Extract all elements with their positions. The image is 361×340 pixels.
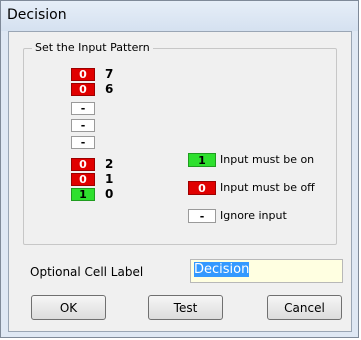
legend-swatch-ignore: - (188, 209, 216, 223)
legend-label-on: Input must be on (220, 153, 315, 166)
bit-toggle-3[interactable]: - (71, 136, 95, 149)
decision-dialog: Decision Set the Input Pattern 0 7 0 6 -… (0, 0, 359, 338)
bit-toggle-0[interactable]: 1 (71, 188, 95, 201)
bit-index: 7 (105, 67, 114, 81)
bit-index: 1 (105, 172, 114, 186)
bit-index: 6 (105, 82, 114, 96)
group-label: Set the Input Pattern (32, 41, 153, 54)
bit-index: 0 (105, 187, 114, 201)
cell-label-input[interactable]: Decision (190, 259, 343, 283)
bit-toggle-6[interactable]: 0 (71, 83, 95, 96)
legend-swatch-on: 1 (188, 153, 216, 167)
bit-toggle-7[interactable]: 0 (71, 68, 95, 81)
test-button[interactable]: Test (148, 295, 223, 320)
cancel-button[interactable]: Cancel (267, 295, 342, 320)
legend-label-ignore: Ignore input (220, 209, 287, 222)
bit-index: 2 (105, 157, 114, 171)
dialog-body: Set the Input Pattern 0 7 0 6 - - - 0 2 … (8, 31, 352, 332)
bit-toggle-5[interactable]: - (71, 102, 95, 115)
title-bar[interactable]: Decision (1, 1, 358, 31)
bit-toggle-1[interactable]: 0 (71, 173, 95, 186)
window-title: Decision (7, 7, 67, 23)
cell-label-caption: Optional Cell Label (30, 265, 144, 279)
legend-swatch-off: 0 (188, 181, 216, 195)
bit-toggle-2[interactable]: 0 (71, 158, 95, 171)
bit-toggle-4[interactable]: - (71, 119, 95, 132)
cell-label-value: Decision (194, 262, 250, 277)
input-pattern-group: Set the Input Pattern 0 7 0 6 - - - 0 2 … (23, 41, 337, 245)
legend-label-off: Input must be off (220, 181, 315, 194)
ok-button[interactable]: OK (31, 295, 106, 320)
